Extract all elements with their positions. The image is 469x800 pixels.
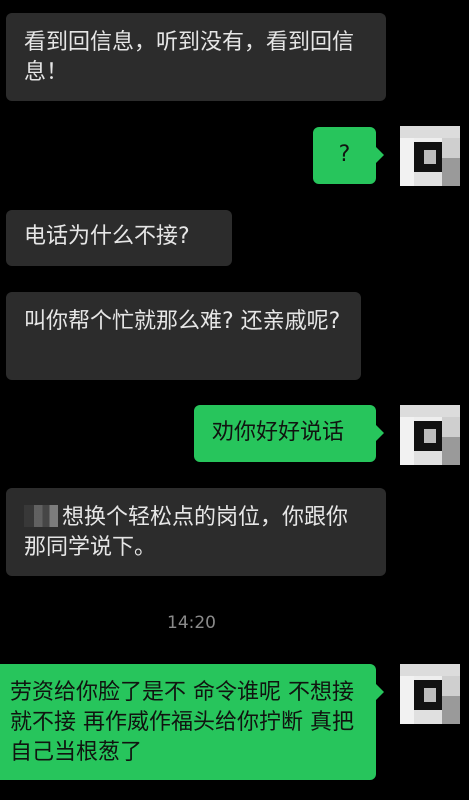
incoming-message[interactable]: 叫你帮个忙就那么难? 还亲戚呢? — [6, 292, 361, 380]
avatar-pixel — [400, 405, 460, 417]
redacted-name — [24, 505, 58, 527]
avatar-pixel — [424, 150, 436, 164]
avatar-pixel — [400, 664, 460, 676]
avatar-pixel — [414, 710, 442, 724]
avatar-pixel — [400, 417, 414, 465]
incoming-message[interactable]: 想换个轻松点的岗位，你跟你那同学说下。 — [6, 488, 386, 576]
message-text: 叫你帮个忙就那么难? 还亲戚呢? — [24, 309, 341, 334]
outgoing-message[interactable]: ? — [313, 127, 384, 184]
message-text: 劝你好好说话 — [212, 420, 345, 445]
outgoing-message[interactable]: 劳资给你脸了是不 命令谁呢 不想接就不接 再作威作福头给你拧断 真把自己当根葱了 — [0, 664, 384, 780]
message-text: 劳资给你脸了是不 命令谁呢 不想接就不接 再作威作福头给你拧断 真把自己当根葱了 — [10, 680, 354, 765]
message-text: 看到回信息，听到没有，看到回信息！ — [24, 30, 355, 85]
message-text: 想换个轻松点的岗位，你跟你那同学说下。 — [24, 505, 349, 560]
avatar-pixel — [400, 138, 414, 186]
avatar-pixel — [424, 429, 436, 443]
incoming-message[interactable]: 电话为什么不接? — [6, 210, 232, 266]
self-avatar[interactable] — [400, 126, 460, 186]
message-text: ? — [338, 142, 351, 167]
avatar-pixel — [414, 451, 442, 465]
self-avatar[interactable] — [400, 405, 460, 465]
avatar-pixel — [442, 437, 460, 465]
avatar-pixel — [442, 138, 460, 158]
avatar-pixel — [400, 676, 414, 724]
avatar-pixel — [414, 172, 442, 186]
avatar-pixel — [400, 126, 460, 138]
avatar-pixel — [424, 688, 436, 702]
avatar-pixel — [442, 676, 460, 696]
self-avatar[interactable] — [400, 664, 460, 724]
avatar-pixel — [442, 696, 460, 724]
message-text: 电话为什么不接? — [24, 224, 190, 249]
message-timestamp: 14:20 — [167, 613, 216, 633]
avatar-pixel — [442, 417, 460, 437]
avatar-pixel — [442, 158, 460, 186]
outgoing-message[interactable]: 劝你好好说话 — [194, 405, 384, 462]
incoming-message[interactable]: 看到回信息，听到没有，看到回信息！ — [6, 13, 386, 101]
